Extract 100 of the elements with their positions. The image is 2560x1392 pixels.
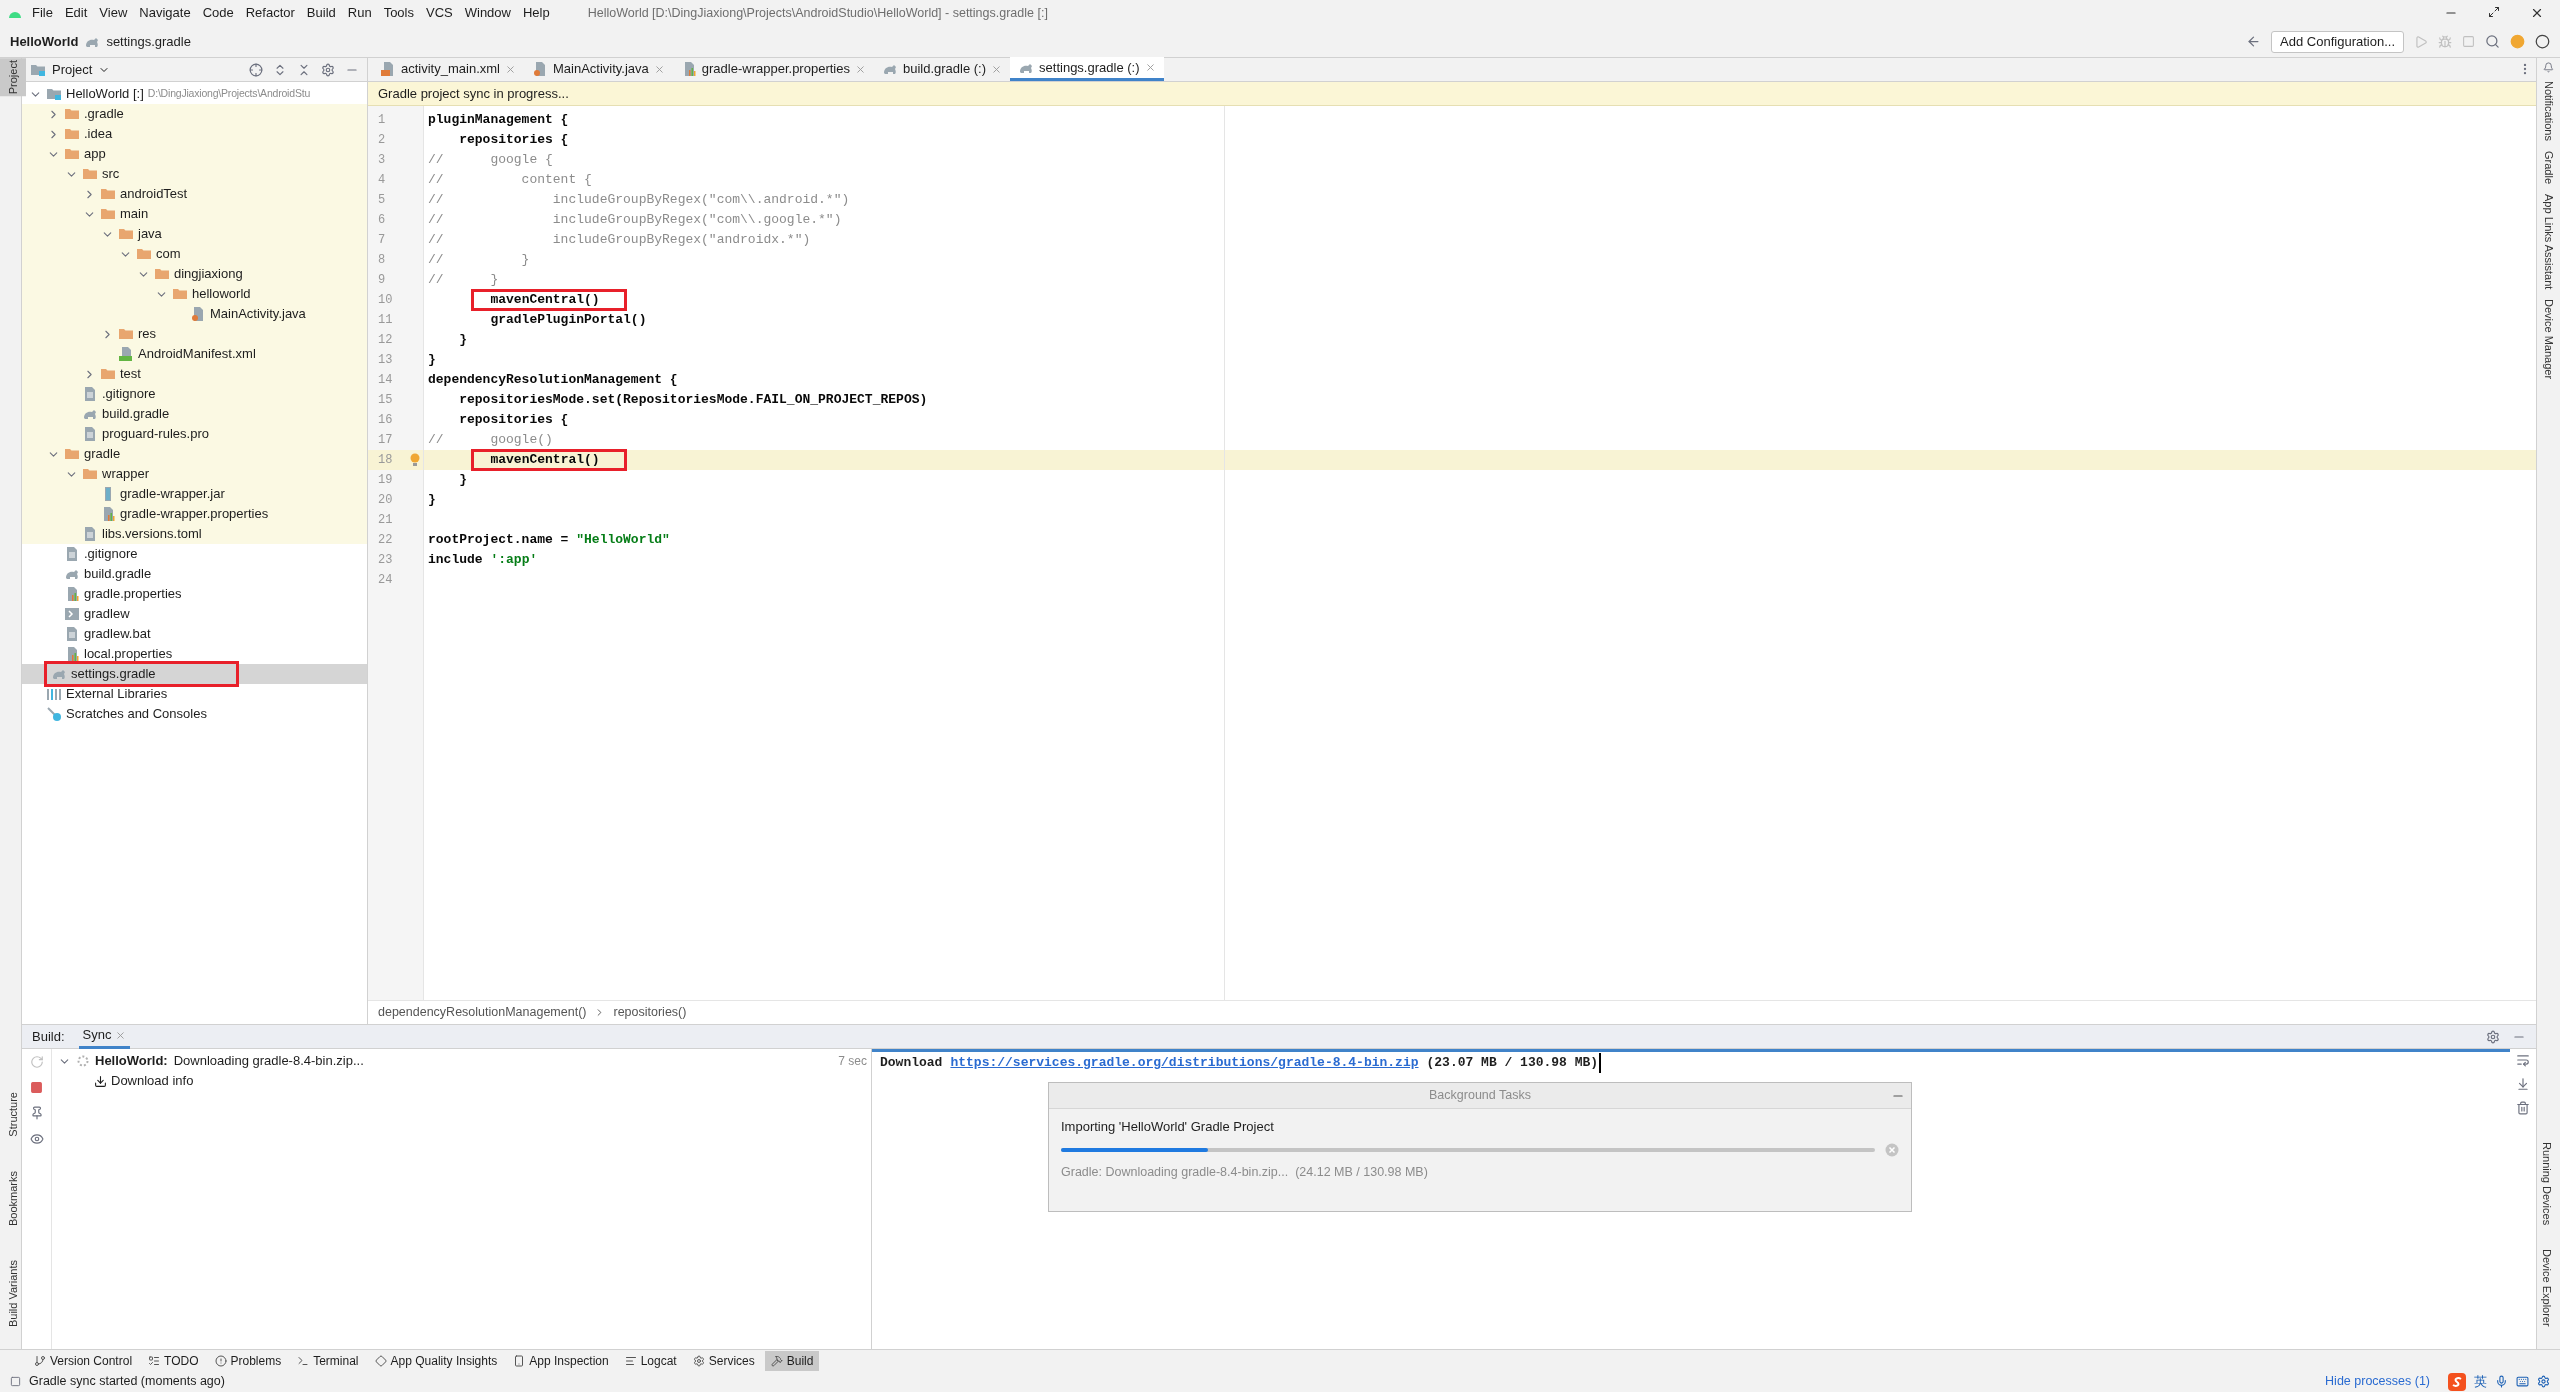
collapse-all-icon[interactable] [297,62,311,77]
settings-icon[interactable] [321,62,335,77]
tree-item[interactable]: java [22,224,367,244]
breadcrumb[interactable]: repositories() [613,1003,687,1022]
download-link[interactable]: https://services.gradle.org/distributions/gradle-8.4-bin.zip [950,1053,1419,1073]
trash-icon[interactable] [2516,1101,2530,1115]
lightbulb-icon[interactable] [410,453,421,467]
task-child[interactable]: Download info [111,1071,194,1091]
close-tab-icon[interactable] [504,63,516,75]
hide-processes-link[interactable]: Hide processes (1) [2325,1372,2430,1391]
ime-mode[interactable]: 英 [2474,1371,2487,1392]
tool-window-tab[interactable]: Build Variants [0,1257,21,1329]
cancel-icon[interactable] [1885,1142,1899,1157]
tool-window-button[interactable]: App Inspection [507,1350,615,1371]
tree-item[interactable]: build.gradle [22,564,367,584]
tree-item[interactable]: com [22,244,367,264]
tree-item[interactable]: gradle.properties [22,584,367,604]
run-config-button[interactable]: Add Configuration... [2271,30,2404,53]
tree-item[interactable]: AndroidManifest.xml [22,344,367,364]
breadcrumb[interactable]: dependencyResolutionManagement() [378,1003,587,1022]
maximize-icon[interactable] [2488,6,2500,18]
close-tab-icon[interactable] [854,63,866,75]
editor-tab[interactable]: activity_main.xml [372,57,524,81]
menu-item[interactable]: VCS [426,3,453,23]
microphone-icon[interactable] [2495,1375,2508,1388]
tree-item[interactable]: src [22,164,367,184]
tool-window-button[interactable]: Logcat [618,1350,683,1371]
tree-item[interactable]: MainActivity.java [22,304,367,324]
tool-window-button[interactable]: TODO [142,1350,205,1371]
locate-icon[interactable] [249,62,263,77]
tool-window-tab[interactable]: Running Devices [2537,1140,2560,1228]
refresh-icon[interactable] [29,1055,44,1069]
file-crumb[interactable]: settings.gradle [106,31,191,52]
avatar-icon[interactable] [2535,34,2550,49]
tree-item[interactable]: .idea [22,124,367,144]
tree-item[interactable]: gradlew.bat [22,624,367,644]
tool-window-tab[interactable]: Project [0,58,26,97]
tool-window-tab[interactable]: Bookmarks [0,1168,21,1228]
stop-icon[interactable] [30,1081,43,1094]
tree-item[interactable]: res [22,324,367,344]
close-tab-icon[interactable] [991,63,1003,75]
tool-window-button[interactable]: Services [686,1350,761,1371]
tool-window-tab[interactable]: App Links Assistant [2535,191,2560,292]
menu-item[interactable]: Tools [383,3,414,23]
settings-icon[interactable] [2537,1375,2550,1388]
tree-item[interactable]: gradlew [22,604,367,624]
build-tab[interactable]: Sync [78,1024,131,1049]
close-tab-icon[interactable] [653,63,665,75]
tree-item[interactable]: libs.versions.toml [22,524,367,544]
tool-window-button[interactable]: Terminal [291,1350,365,1371]
menu-item[interactable]: Help [522,3,550,23]
menu-item[interactable]: View [99,3,128,23]
tool-window-button[interactable]: App Quality Insights [368,1350,504,1371]
tool-window-button[interactable]: Problems [208,1350,288,1371]
menu-item[interactable]: File [32,3,53,23]
eye-icon[interactable] [29,1132,44,1146]
editor-tab[interactable]: MainActivity.java [523,57,673,81]
editor-tab[interactable]: settings.gradle (:) [1010,57,1164,81]
tree-item[interactable]: Scratches and Consoles [22,704,367,724]
pin-icon[interactable] [29,1106,44,1120]
search-icon[interactable] [2485,34,2500,49]
close-tab-icon[interactable] [1144,62,1156,73]
tree-item[interactable]: androidTest [22,184,367,204]
tool-window-button[interactable]: Version Control [28,1350,139,1371]
bell-icon[interactable] [2543,62,2554,73]
menu-item[interactable]: Run [347,3,372,23]
tree-item[interactable]: .gradle [22,104,367,124]
tree-item[interactable]: gradle-wrapper.properties [22,504,367,524]
settings-icon[interactable] [2486,1029,2500,1044]
tool-window-tab[interactable]: Device Manager [2535,297,2560,382]
menu-item[interactable]: Window [464,3,511,23]
tree-item[interactable]: app [22,144,367,164]
tool-window-tab[interactable]: Structure [0,1090,21,1139]
tree-item[interactable]: wrapper [22,464,367,484]
tree-item[interactable]: local.properties [22,644,367,664]
editor-tab[interactable]: build.gradle (:) [873,57,1011,81]
scroll-to-end-icon[interactable] [2516,1077,2530,1091]
panel-title[interactable]: Project [52,59,93,80]
tree-item[interactable]: gradle-wrapper.jar [22,484,367,504]
tree-item[interactable]: helloworld [22,284,367,304]
editor-tab[interactable]: gradle-wrapper.properties [672,57,874,81]
tree-item[interactable]: main [22,204,367,224]
tool-window-tab[interactable]: Device Explorer [2537,1247,2560,1329]
tree-item[interactable]: settings.gradle [22,664,367,684]
close-icon[interactable] [2530,6,2544,20]
project-crumb[interactable]: HelloWorld [10,31,79,52]
keyboard-icon[interactable] [2516,1375,2529,1388]
menu-item[interactable]: Edit [64,3,88,23]
close-tab-icon[interactable] [115,1029,127,1041]
tree-item[interactable]: dingjiaxiong [22,264,367,284]
tool-window-tab[interactable]: Gradle [2535,148,2560,186]
soft-wrap-icon[interactable] [2516,1053,2530,1067]
menu-item[interactable]: Refactor [245,3,295,23]
tree-item[interactable]: External Libraries [22,684,367,704]
tree-item[interactable]: proguard-rules.pro [22,424,367,444]
tree-item[interactable]: .gitignore [22,384,367,404]
tool-window-tab[interactable]: Notifications [2535,79,2560,143]
tree-item[interactable]: build.gradle [22,404,367,424]
tree-item[interactable]: .gitignore [22,544,367,564]
tree-item[interactable]: test [22,364,367,384]
